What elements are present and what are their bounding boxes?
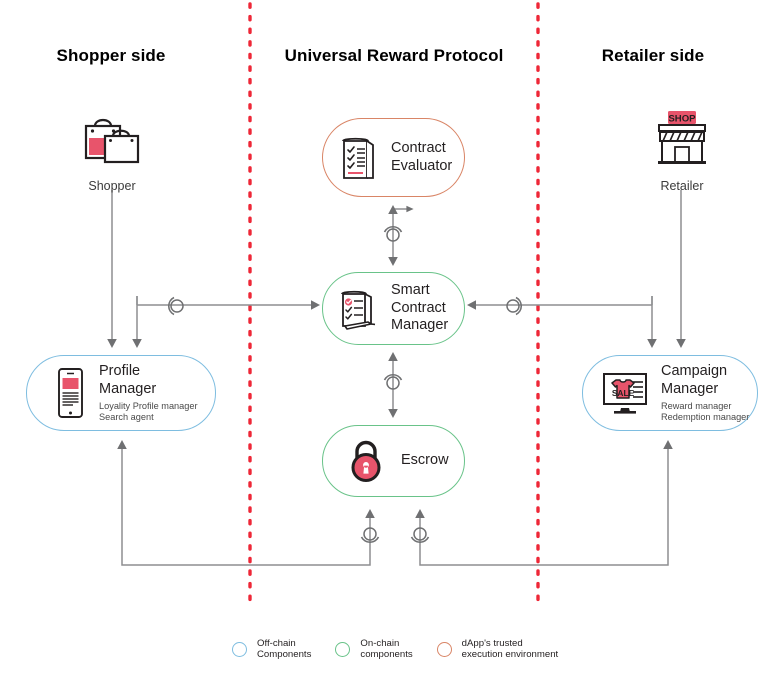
- column-title-protocol: Universal Reward Protocol: [284, 46, 504, 65]
- padlock-icon: [345, 438, 387, 484]
- node-contract-evaluator-text: Contract Evaluator: [391, 140, 452, 175]
- node-smart-contract-manager-title: Smart Contract Manager: [391, 282, 449, 334]
- node-smart-contract-manager-text: Smart Contract Manager: [391, 282, 448, 335]
- smartphone-icon: [53, 366, 87, 420]
- column-title-shopper: Shopper side: [56, 46, 166, 65]
- node-escrow[interactable]: Escrow: [322, 425, 465, 497]
- node-contract-evaluator-title: Contract Evaluator: [391, 140, 453, 174]
- storefront-shop-icon: SHOP: [645, 111, 719, 174]
- node-profile-manager-text: Profile Manager Loyality Profile manager…: [99, 363, 198, 423]
- node-smart-contract-manager[interactable]: Smart Contract Manager: [322, 272, 465, 345]
- contract-scroll-pen-icon: [335, 284, 381, 334]
- actor-shopper[interactable]: Shopper: [42, 112, 182, 193]
- legend-dot-on-chain: [335, 641, 351, 657]
- actor-shopper-label: Shopper: [88, 179, 136, 193]
- legend-dot-off-chain: [232, 641, 247, 657]
- legend-label-on-chain: On-chain components: [360, 638, 413, 661]
- legend-item-on-chain: On-chain components: [335, 638, 413, 661]
- node-campaign-manager[interactable]: SALE Campaign Manager Reward manager Red…: [582, 355, 758, 431]
- legend-item-off-chain: Off-chain Components: [232, 638, 311, 661]
- svg-text:SALE: SALE: [612, 388, 635, 398]
- actor-retailer-label: Retailer: [660, 179, 704, 193]
- diagram-canvas: Shopper side Universal Reward Protocol R…: [0, 0, 768, 683]
- legend-label-dapp-tee: dApp's trusted execution environment: [461, 638, 559, 661]
- legend-dot-dapp-tee: [436, 641, 452, 657]
- node-profile-manager-subtitle: Loyality Profile manager Search agent: [99, 401, 198, 422]
- node-contract-evaluator[interactable]: Contract Evaluator: [322, 118, 465, 197]
- checklist-document-icon: [337, 133, 379, 183]
- column-title-retailer: Retailer side: [601, 46, 705, 65]
- legend-label-off-chain: Off-chain Components: [257, 638, 312, 661]
- node-campaign-manager-text: Campaign Manager Reward manager Redempti…: [661, 363, 749, 423]
- node-campaign-manager-title: Campaign Manager: [661, 363, 728, 397]
- svg-text:SHOP: SHOP: [668, 114, 696, 125]
- node-profile-manager-title: Profile Manager: [99, 363, 157, 397]
- legend-item-dapp-tee: dApp's trusted execution environment: [436, 638, 559, 661]
- shopping-bags-icon: [77, 118, 147, 174]
- legend: Off-chain Components On-chain components…: [232, 638, 582, 661]
- node-profile-manager[interactable]: Profile Manager Loyality Profile manager…: [26, 355, 216, 431]
- node-escrow-title: Escrow: [401, 452, 449, 469]
- node-escrow-text: Escrow: [401, 452, 449, 470]
- monitor-sale-shirt-icon: SALE: [599, 370, 651, 416]
- actor-retailer[interactable]: SHOP Retailer: [612, 108, 752, 193]
- node-campaign-manager-subtitle: Reward manager Redemption manager: [661, 401, 750, 422]
